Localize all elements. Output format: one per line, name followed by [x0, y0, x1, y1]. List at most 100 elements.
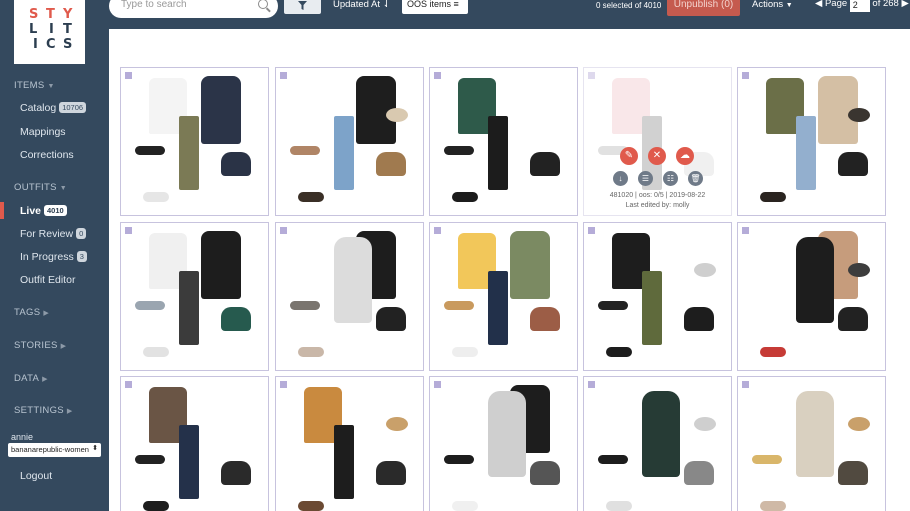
nav-settings-header[interactable]: SETTINGS ▶: [14, 405, 73, 416]
nav-header-label: SETTINGS: [14, 405, 64, 416]
outfit-checkbox[interactable]: [280, 227, 287, 234]
sidebar-item-for-review[interactable]: For Review 0: [20, 228, 87, 240]
outfit-card[interactable]: [429, 222, 578, 371]
product-image-dress: [488, 391, 526, 477]
logo-letter: I: [33, 37, 38, 52]
oos-items-toggle[interactable]: OOS items ≡: [402, 0, 468, 14]
product-image-dress: [796, 237, 834, 323]
sidebar-item-mappings[interactable]: Mappings: [20, 126, 66, 138]
outfit-card[interactable]: [429, 67, 578, 216]
unpublish-button[interactable]: Unpublish (0): [667, 0, 740, 16]
logout-link[interactable]: Logout: [20, 470, 52, 482]
layers-icon[interactable]: ☷: [663, 171, 678, 186]
product-image-bag: [221, 307, 251, 331]
list-icon[interactable]: ☰: [638, 171, 653, 186]
product-image-glasses: [598, 455, 628, 464]
sidebar-item-label: For Review: [20, 228, 74, 240]
chevron-right-icon: ▶: [42, 376, 48, 383]
download-icon[interactable]: ↓: [613, 171, 628, 186]
outfit-last-edited: Last edited by: molly: [625, 202, 690, 209]
product-image-shoes: [452, 501, 478, 511]
product-image-pants: [179, 116, 199, 190]
sidebar-item-in-progress[interactable]: In Progress 3: [20, 251, 87, 263]
product-image-glasses: [444, 455, 474, 464]
product-image-glasses: [290, 146, 320, 155]
sidebar-item-label: In Progress: [20, 251, 74, 263]
product-image-pants: [179, 271, 199, 345]
outfit-card[interactable]: [120, 376, 269, 511]
trash-icon[interactable]: 🗑: [688, 171, 703, 186]
edit-icon[interactable]: ✎: [620, 147, 638, 165]
chevron-down-icon: ▼: [47, 83, 55, 90]
nav-stories-header[interactable]: STORIES ▶: [14, 340, 66, 351]
search-icon[interactable]: [258, 0, 268, 9]
outfit-card[interactable]: [737, 376, 886, 511]
sort-label: Updated At: [333, 0, 381, 10]
product-image-jewel: [694, 263, 716, 277]
outfit-checkbox[interactable]: [280, 72, 287, 79]
nav-data-header[interactable]: DATA ▶: [14, 373, 48, 384]
outfit-card[interactable]: [583, 376, 732, 511]
outfit-card[interactable]: [429, 376, 578, 511]
sort-updated-at[interactable]: Updated At ⇃: [333, 0, 391, 10]
sidebar-item-catalog[interactable]: Catalog 10706: [20, 102, 87, 114]
retailer-select-value: bananarepublic-women: [11, 445, 89, 454]
retailer-select[interactable]: bananarepublic-women ⬍: [8, 443, 101, 457]
cloud-upload-icon[interactable]: ☁: [676, 147, 694, 165]
sidebar-item-live[interactable]: Live 4010: [20, 205, 67, 217]
sidebar-item-label: Catalog: [20, 102, 57, 114]
nav-tags-header[interactable]: TAGS ▶: [14, 307, 49, 318]
outfit-card[interactable]: [737, 67, 886, 216]
outfit-card[interactable]: [583, 222, 732, 371]
product-image-jewel: [694, 417, 716, 431]
sidebar-item-outfit-editor[interactable]: Outfit Editor: [20, 274, 75, 286]
product-image-pants: [334, 116, 354, 190]
product-image-bag: [838, 461, 868, 485]
outfit-checkbox[interactable]: [280, 381, 287, 388]
outfit-checkbox[interactable]: [125, 381, 132, 388]
outfit-card[interactable]: [120, 67, 269, 216]
close-icon[interactable]: ✕: [648, 147, 666, 165]
nav-items-header[interactable]: ITEMS ▼: [14, 80, 55, 91]
prev-page-icon[interactable]: ◀: [815, 0, 822, 9]
sidebar-item-corrections[interactable]: Corrections: [20, 149, 74, 161]
logo-letter: L: [29, 22, 38, 37]
outfit-card[interactable]: [120, 222, 269, 371]
product-image-jewel: [386, 108, 408, 122]
product-image-glasses: [135, 301, 165, 310]
outfit-card[interactable]: [275, 376, 424, 511]
search-input[interactable]: Type to search: [109, 0, 278, 18]
nav-header-label: DATA: [14, 373, 40, 384]
page-input[interactable]: 2: [849, 0, 870, 12]
outfit-card[interactable]: [737, 222, 886, 371]
outfit-card[interactable]: [275, 67, 424, 216]
product-image-bag: [530, 152, 560, 176]
product-image-pants: [488, 116, 508, 190]
next-page-icon[interactable]: ▶: [901, 0, 908, 9]
outfit-checkbox[interactable]: [434, 227, 441, 234]
outfit-checkbox[interactable]: [434, 72, 441, 79]
product-image-shoes: [452, 192, 478, 202]
outfit-checkbox[interactable]: [742, 72, 749, 79]
outfit-checkbox[interactable]: [125, 227, 132, 234]
outfit-checkbox[interactable]: [588, 381, 595, 388]
product-image-shoes: [606, 501, 632, 511]
count-badge: 0: [76, 228, 87, 239]
actions-dropdown[interactable]: Actions ▼: [752, 0, 793, 10]
outfit-checkbox[interactable]: [125, 72, 132, 79]
outfit-card[interactable]: [275, 222, 424, 371]
page-total: of 268: [872, 0, 899, 9]
nav-outfits-header[interactable]: OUTFITS ▼: [14, 182, 67, 193]
outfit-checkbox[interactable]: [434, 381, 441, 388]
product-image-pants: [488, 271, 508, 345]
chevron-right-icon: ▶: [43, 310, 50, 317]
outfit-checkbox[interactable]: [742, 227, 749, 234]
page-label: Page: [824, 0, 848, 9]
product-image-pants: [334, 425, 354, 499]
stylitics-logo[interactable]: S T Y L I T I C S: [14, 0, 85, 64]
outfit-checkbox[interactable]: [742, 381, 749, 388]
outfit-checkbox[interactable]: [588, 227, 595, 234]
product-image-pants: [179, 425, 199, 499]
product-image-pants: [796, 116, 816, 190]
filter-button[interactable]: [284, 0, 321, 14]
